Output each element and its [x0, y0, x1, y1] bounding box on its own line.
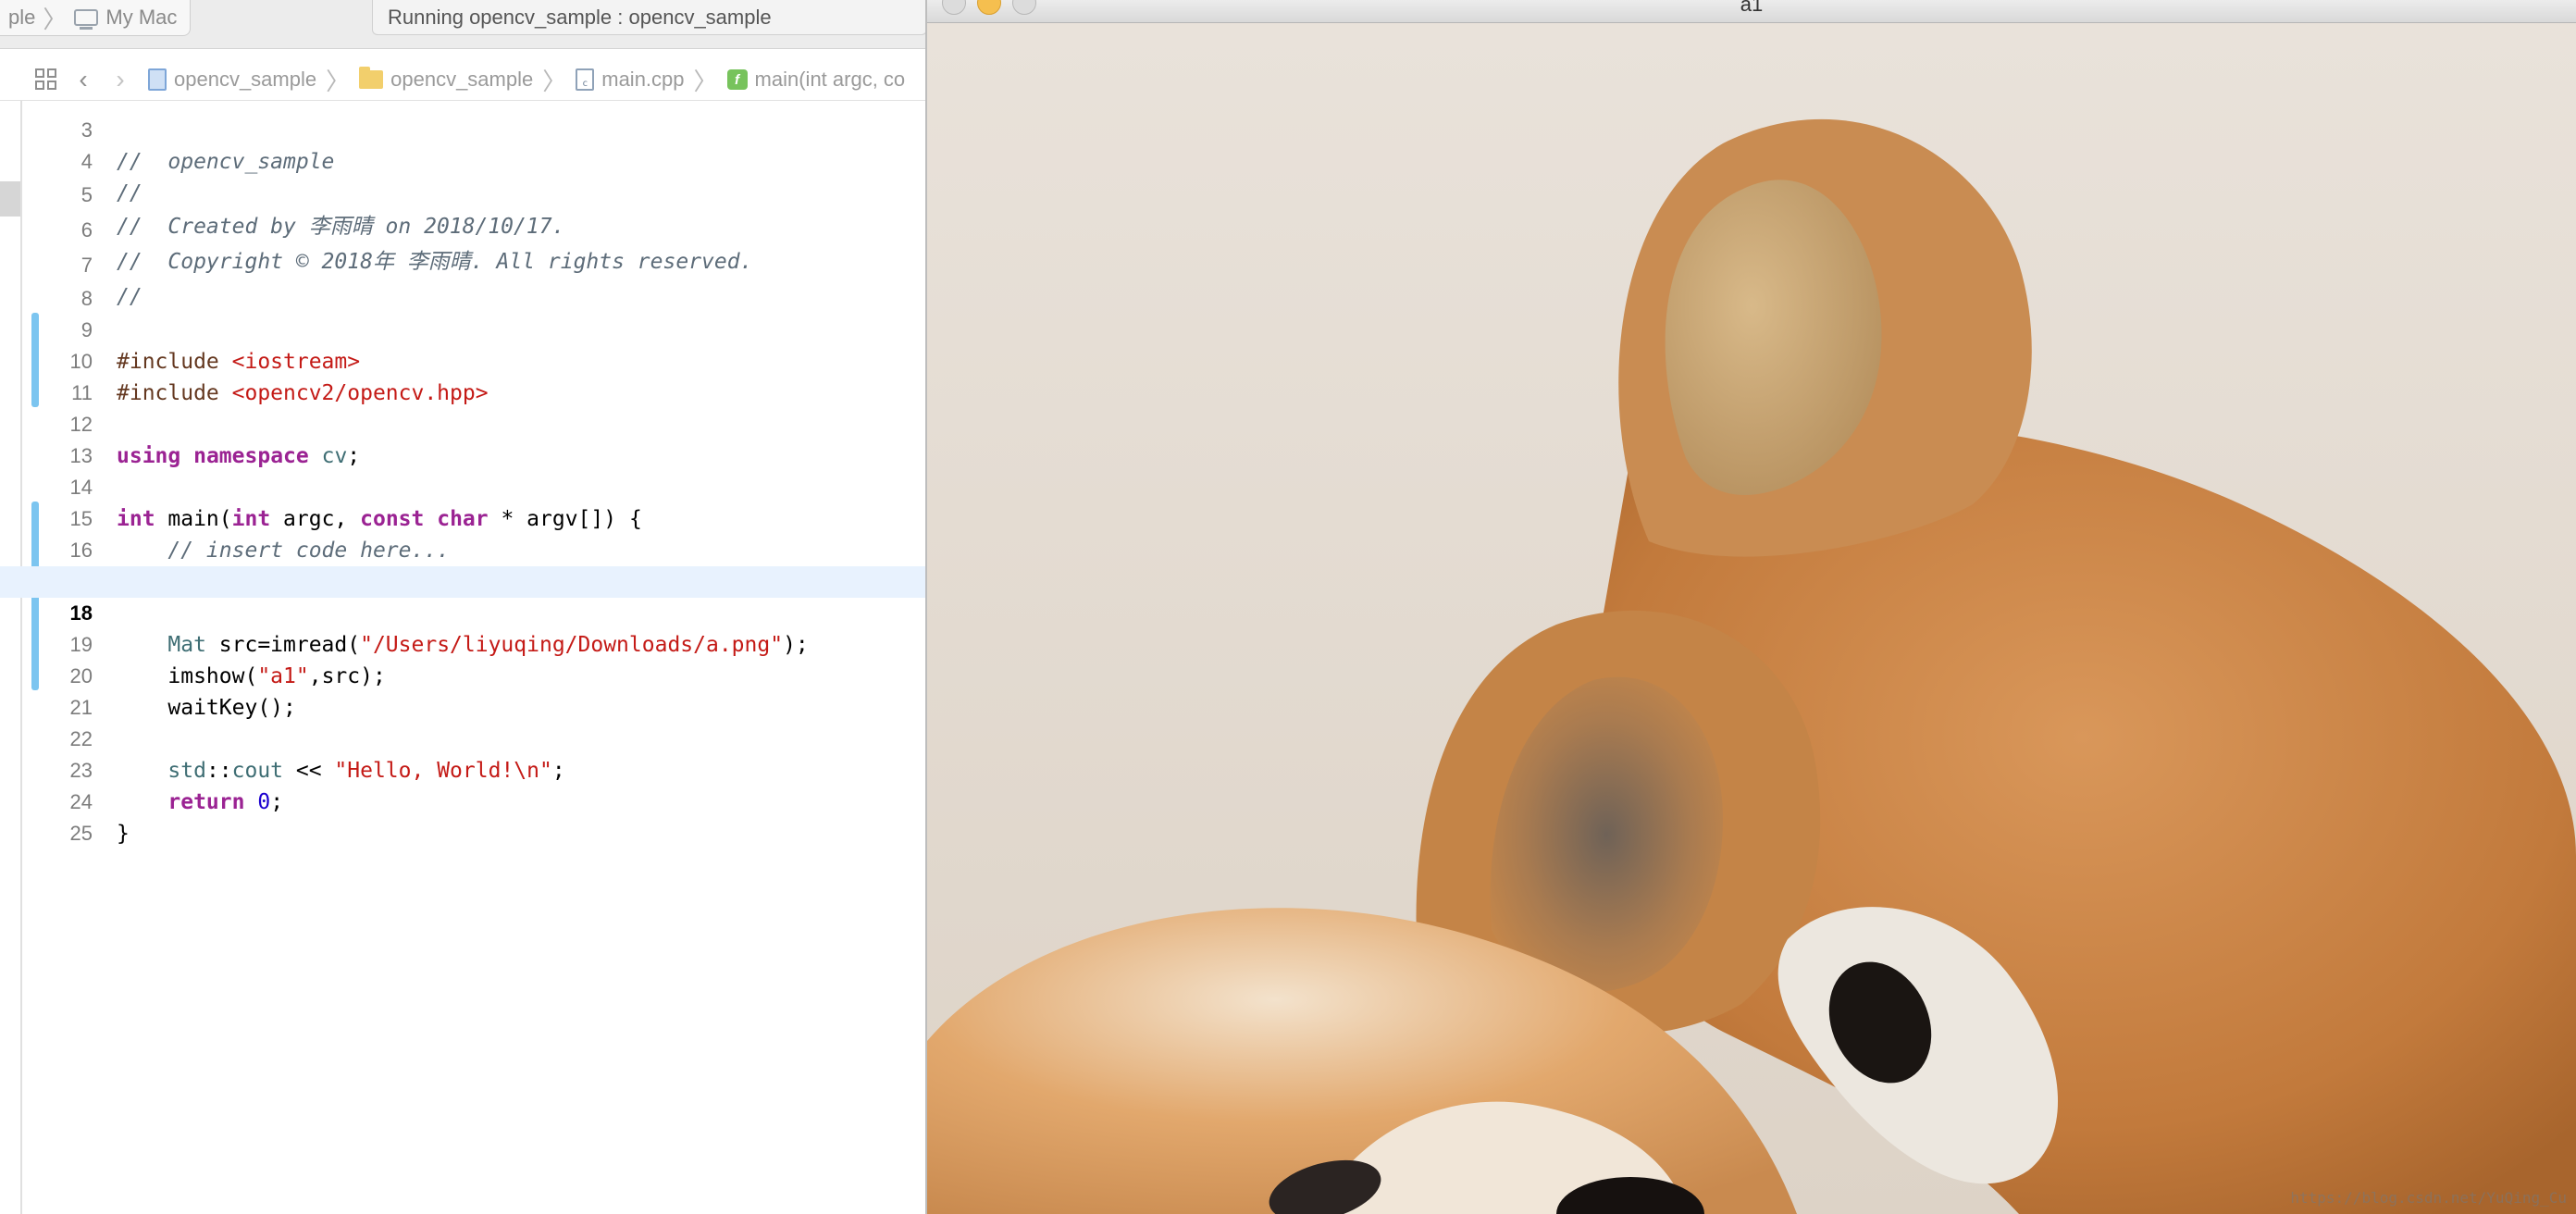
image-window-title: a1	[1740, 0, 1764, 16]
code-line: 23 return 0;	[0, 724, 925, 814]
breadcrumb-group[interactable]: opencv_sample	[359, 67, 534, 92]
code-line: 22 std::cout << "Hello, World!\n";	[0, 692, 925, 783]
related-items-button[interactable]	[28, 59, 65, 100]
activity-status: Running opencv_sample : opencv_sample	[388, 5, 772, 29]
destination-label: My Mac	[105, 6, 178, 29]
code-line: 7 //	[0, 218, 925, 309]
xcode-toolbar: ple 〉 My Mac Running opencv_sample : ope…	[0, 0, 927, 49]
breadcrumb-separator: 〉	[542, 67, 567, 95]
code-line: 25	[0, 787, 925, 845]
code-text: }	[117, 822, 130, 846]
source-editor[interactable]: 3 // opencv_sample 4 // 5 // Created by …	[0, 100, 925, 1214]
displayed-image: https://blog.csdn.net/YuQing_Cu	[927, 23, 2576, 1214]
line-number: 25	[69, 822, 93, 845]
breadcrumb-symbol[interactable]: f main(int argc, co	[726, 68, 906, 92]
watermark-text: https://blog.csdn.net/YuQing_Cu	[2290, 1189, 2567, 1207]
mac-icon	[74, 9, 99, 30]
code-line: 24 }	[0, 755, 925, 846]
code-line: 10 #include <opencv2/opencv.hpp>	[0, 315, 925, 405]
code-line: 15 // insert code here...	[0, 472, 925, 563]
code-line: 20 waitKey();	[0, 629, 925, 720]
forward-button[interactable]: ›	[102, 59, 139, 100]
code-line: 12 using namespace cv;	[0, 378, 925, 468]
cpp-file-icon: c	[576, 68, 595, 91]
breadcrumb-separator: 〉	[326, 67, 351, 95]
minimize-window-button[interactable]	[977, 0, 1001, 15]
breadcrumb-separator: 〉	[693, 67, 718, 95]
breadcrumb-symbol-label: main(int argc, co	[754, 68, 906, 91]
code-line-current: 18 Mat src=imread("/Users/liyuqing/Downl…	[0, 566, 925, 657]
code-line: 8	[0, 252, 925, 310]
breadcrumb-project-label: opencv_sample	[174, 68, 317, 91]
breadcrumb-group-label: opencv_sample	[390, 68, 534, 91]
code-line: 11	[0, 346, 925, 404]
zoom-window-button[interactable]	[1012, 0, 1036, 15]
folder-icon	[359, 67, 384, 89]
chevron-right-icon: ›	[116, 65, 125, 93]
code-line: 5 // Created by 李雨晴 on 2018/10/17.	[0, 148, 925, 239]
code-line: 13	[0, 409, 925, 467]
scheme-target-label: ple	[8, 6, 36, 29]
opencv-image-window[interactable]: a1 https://blog.csdn.net/YuQing_Cu	[925, 0, 2576, 1214]
chevron-left-icon: ‹	[79, 65, 88, 93]
code-line: 21	[0, 661, 925, 719]
scheme-selector[interactable]: ple 〉 My Mac	[0, 0, 192, 36]
jumpbar-spacer	[0, 59, 28, 100]
breadcrumb-project[interactable]: opencv_sample	[148, 68, 316, 92]
grid-icon	[35, 68, 57, 91]
breadcrumb-file-label: main.cpp	[601, 68, 685, 91]
code-line: 3 // opencv_sample	[0, 100, 925, 174]
image-window-titlebar[interactable]: a1	[927, 0, 2576, 23]
back-button[interactable]: ‹	[65, 59, 102, 100]
code-line: 6 // Copyright © 2018年 李雨晴. All rights r…	[0, 183, 925, 274]
code-line: 19 imshow("a1",src);	[0, 598, 925, 688]
close-window-button[interactable]	[942, 0, 966, 15]
breadcrumb-file[interactable]: c main.cpp	[576, 68, 685, 92]
project-icon	[148, 68, 167, 91]
plush-toy-photo	[927, 23, 2576, 1214]
jump-bar: ‹ › opencv_sample 〉 opencv_sample 〉 c ma…	[0, 59, 925, 101]
activity-viewer: Running opencv_sample : opencv_sample	[372, 0, 927, 35]
code-line: 9 #include <iostream>	[0, 283, 925, 374]
code-line: 14 int main(int argc, const char * argv[…	[0, 440, 925, 531]
scheme-separator: 〉	[43, 5, 68, 33]
function-icon: f	[726, 69, 748, 90]
code-line: 17	[0, 535, 925, 593]
code-line: 4 //	[0, 115, 925, 205]
code-line: 16	[0, 503, 925, 562]
